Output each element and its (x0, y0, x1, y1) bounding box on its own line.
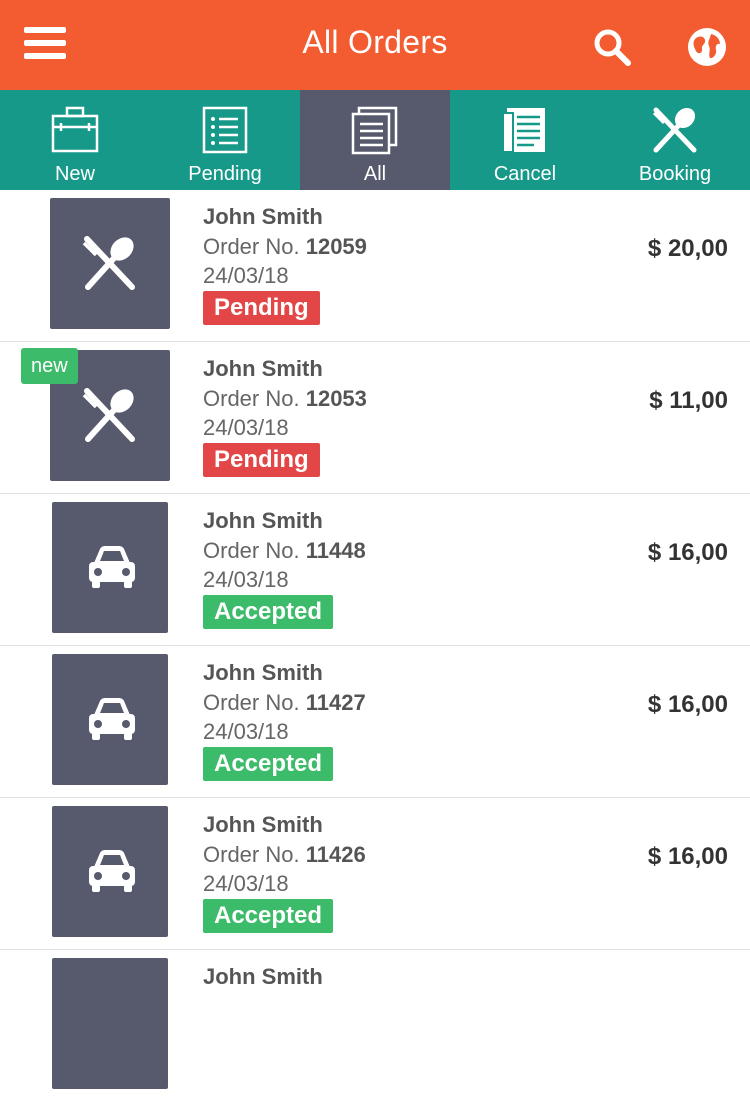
order-thumbnail (52, 502, 168, 633)
briefcase-icon (51, 106, 99, 153)
fork-spoon-icon (82, 236, 135, 290)
order-price: $ 16,00 (647, 843, 728, 870)
list-icon (202, 106, 248, 154)
car-icon (89, 546, 135, 588)
tab-label: All (363, 163, 387, 185)
app-header: All Orders (0, 0, 750, 90)
order-number: Order No. 11427 (203, 690, 366, 715)
order-row[interactable]: John Smith Order No. 11448 24/03/18 Acce… (0, 494, 750, 646)
tab-booking[interactable]: Booking (600, 90, 750, 190)
status-badge: Accepted (203, 899, 334, 933)
order-price: $ 16,00 (647, 691, 728, 718)
order-row[interactable]: John Smith Order No. 11427 24/03/18 Acce… (0, 646, 750, 798)
fork-spoon-icon (652, 107, 697, 153)
order-row[interactable]: John Smith (0, 950, 750, 1102)
tab-label: Pending (188, 163, 262, 185)
order-row[interactable]: John Smith Order No. 12059 24/03/18 Pend… (0, 190, 750, 342)
tab-label: Cancel (493, 163, 557, 185)
status-badge: Pending (203, 443, 320, 477)
order-row[interactable]: John Smith Order No. 11426 24/03/18 Acce… (0, 798, 750, 950)
order-date: 24/03/18 (203, 567, 289, 592)
order-date: 24/03/18 (203, 719, 289, 744)
tab-label: New (54, 163, 95, 185)
order-number: Order No. 11448 (203, 538, 366, 563)
fork-spoon-icon (82, 388, 135, 442)
order-date: 24/03/18 (203, 415, 289, 440)
order-price: $ 11,00 (649, 387, 728, 414)
customer-name: John Smith (203, 508, 323, 533)
order-price: $ 20,00 (647, 235, 728, 262)
order-filter-tabs: New Pending All Cancel Booking (0, 90, 750, 190)
order-number: Order No. 12053 (203, 386, 367, 411)
customer-name: John Smith (203, 660, 323, 685)
documents-icon (351, 106, 398, 155)
new-badge: new (21, 348, 78, 384)
order-date: 24/03/18 (203, 871, 289, 896)
order-thumbnail (52, 654, 168, 785)
order-number: Order No. 12059 (203, 234, 367, 259)
tab-label: Booking (638, 163, 712, 185)
status-badge: Accepted (203, 747, 334, 781)
status-badge: Accepted (203, 595, 334, 629)
order-date: 24/03/18 (203, 263, 289, 288)
order-price: $ 16,00 (647, 539, 728, 566)
order-row[interactable]: new John Smith Order No. 12053 24/03/18 … (0, 342, 750, 494)
customer-name: John Smith (203, 812, 323, 837)
tab-new[interactable]: New (0, 90, 150, 190)
page-title: All Orders (302, 24, 448, 60)
globe-icon[interactable] (686, 26, 728, 68)
receipt-icon (502, 108, 545, 153)
tab-all[interactable]: All (300, 90, 450, 190)
customer-name: John Smith (203, 356, 323, 381)
order-thumbnail (50, 198, 170, 329)
customer-name: John Smith (203, 204, 323, 229)
order-thumbnail (52, 958, 168, 1089)
order-number: Order No. 11426 (203, 842, 366, 867)
order-thumbnail (52, 806, 168, 937)
car-icon (89, 698, 135, 740)
car-icon (89, 850, 135, 892)
customer-name: John Smith (203, 964, 323, 989)
tab-cancel[interactable]: Cancel (450, 90, 600, 190)
tab-pending[interactable]: Pending (150, 90, 300, 190)
search-icon[interactable] (592, 27, 632, 67)
status-badge: Pending (203, 291, 320, 325)
order-list: John Smith Order No. 12059 24/03/18 Pend… (0, 190, 750, 1102)
